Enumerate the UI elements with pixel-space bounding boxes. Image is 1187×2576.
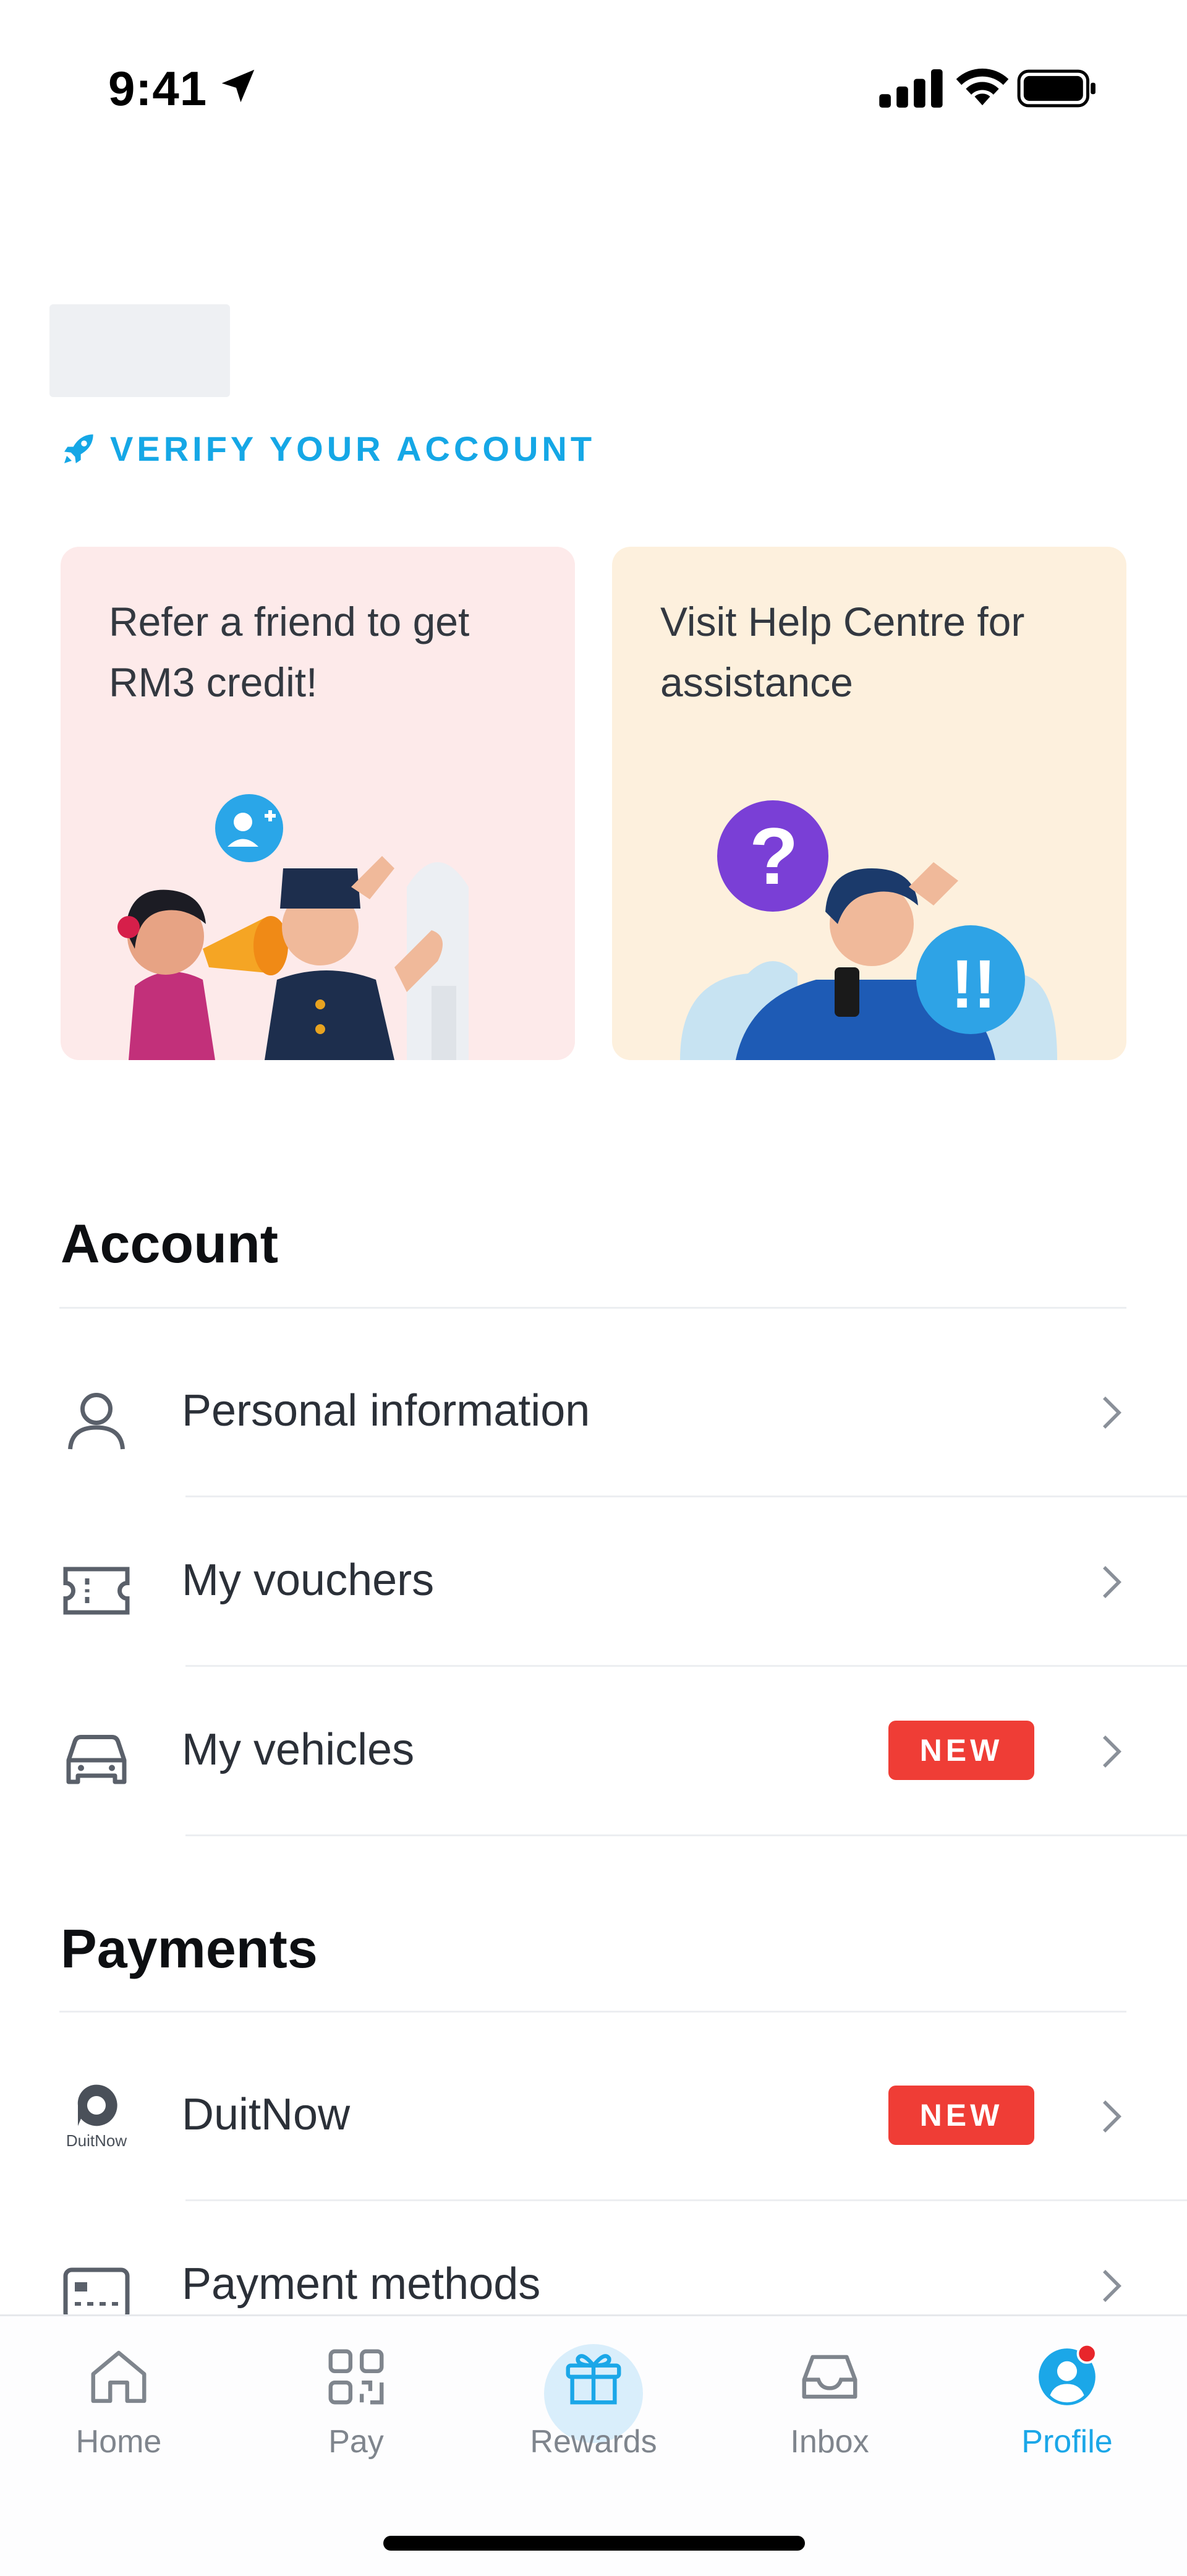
account-section-title: Account [61,1213,278,1274]
tab-pay[interactable]: Pay [263,2343,449,2467]
profile-icon [1039,2343,1097,2405]
qr-icon [328,2349,384,2405]
my-vehicles-row[interactable]: My vehicles NEW [0,1667,1187,1834]
voucher-icon [63,1567,130,1615]
battery-icon [1017,69,1096,108]
tab-rewards[interactable]: Rewards [501,2343,686,2467]
payment-methods-label: Payment methods [182,2259,541,2309]
home-indicator [383,2536,805,2551]
new-badge: NEW [888,2086,1034,2145]
tab-profile[interactable]: Profile [974,2343,1160,2467]
personal-information-row[interactable]: Personal information [0,1329,1187,1496]
car-icon [66,1735,127,1784]
home-icon [91,2350,147,2403]
my-vouchers-row[interactable]: My vouchers [0,1498,1187,1665]
refer-friend-card[interactable]: Refer a friend to get RM3 credit! [61,547,575,1060]
tab-home[interactable]: Home [26,2343,211,2467]
duitnow-logo: DuitNow [59,2081,134,2155]
chevron-right-icon [1103,1397,1121,1429]
user-icon [68,1393,125,1450]
duitnow-logo-text: DuitNow [66,2131,127,2150]
duitnow-label: DuitNow [182,2090,351,2139]
row-divider [185,1834,1187,1836]
tab-rewards-label: Rewards [530,2424,657,2460]
chevron-right-icon [1103,1566,1121,1598]
wifi-icon [956,68,1009,106]
refer-friend-text: Refer a friend to get RM3 credit! [109,599,470,705]
account-divider [59,1307,1126,1309]
tab-inbox[interactable]: Inbox [737,2343,922,2467]
svg-text:?: ? [749,811,798,901]
payments-section-title: Payments [61,1918,318,1979]
help-centre-card[interactable]: Visit Help Centre for assistance ? !! [612,547,1126,1060]
verify-account-link[interactable]: VERIFY YOUR ACCOUNT [59,427,595,470]
help-centre-text: Visit Help Centre for assistance [660,599,1025,705]
row-divider [185,2199,1187,2201]
tab-profile-label: Profile [1021,2424,1113,2460]
help-centre-illustration: ? !! [680,800,1057,1060]
duitnow-row[interactable]: DuitNow DuitNow NEW [0,2032,1187,2199]
payments-divider [59,2011,1126,2013]
my-vouchers-label: My vouchers [182,1555,435,1605]
refer-friend-illustration [117,794,469,1060]
svg-text:!!: !! [951,946,996,1022]
tab-pay-label: Pay [328,2424,384,2460]
chevron-right-icon [1103,2100,1121,2133]
verify-label: VERIFY YOUR ACCOUNT [110,429,596,468]
inbox-icon [802,2355,857,2399]
status-time: 9:41 [108,61,208,116]
cellular-signal-icon [879,69,943,108]
duitnow-mark-icon [77,2084,117,2126]
row-divider [185,1665,1187,1667]
personal-information-label: Personal information [182,1386,590,1436]
my-vehicles-label: My vehicles [182,1725,415,1774]
gift-icon [566,2354,621,2405]
row-divider [185,1496,1187,1497]
chevron-right-icon [1103,1735,1121,1768]
tab-home-label: Home [75,2424,162,2460]
location-arrow-icon [221,69,255,103]
profile-name-placeholder [49,304,230,397]
chevron-right-icon [1103,2270,1121,2302]
rocket-icon [64,434,93,463]
tab-inbox-label: Inbox [790,2424,869,2460]
new-badge: NEW [888,1721,1034,1780]
